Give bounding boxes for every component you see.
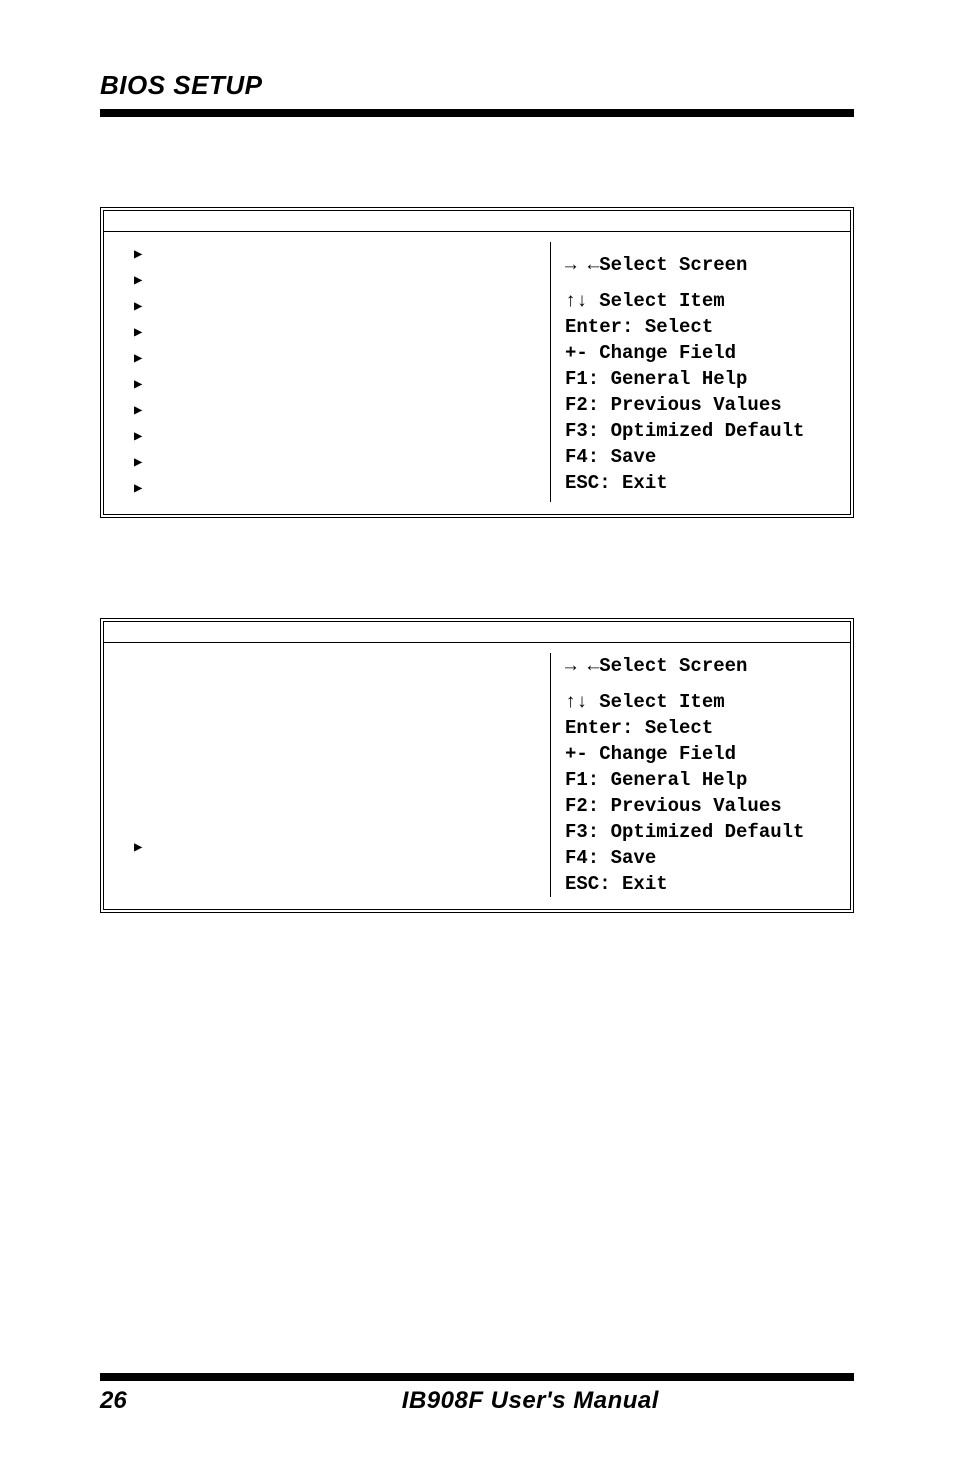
help-change-field: +- Change Field [565, 340, 838, 366]
footer-divider [100, 1373, 854, 1381]
bios-panel-1: ▶ ▶ ▶ ▶ ▶ ▶ ▶ ▶ ▶ ▶ → ←Select Screen ↑↓ … [100, 207, 854, 518]
help-f1: F1: General Help [565, 767, 838, 793]
submenu-arrow-icon: ▶ [134, 398, 156, 424]
submenu-arrow-icon: ▶ [134, 346, 156, 372]
menu-row[interactable]: ▶ [134, 242, 538, 268]
help-f4: F4: Save [565, 444, 838, 470]
help-enter: Enter: Select [565, 314, 838, 340]
help-f4: F4: Save [565, 845, 838, 871]
help-select-item: ↑↓ Select Item [565, 689, 838, 715]
help-esc: ESC: Exit [565, 871, 838, 897]
manual-title: IB908F User's Manual [402, 1387, 659, 1415]
bios-menu-list-1: ▶ ▶ ▶ ▶ ▶ ▶ ▶ ▶ ▶ ▶ [104, 242, 550, 502]
bios-panel-2: ▶ → ←Select Screen ↑↓ Select Item Enter:… [100, 618, 854, 913]
submenu-arrow-icon: ▶ [134, 372, 156, 398]
bios-menu-list-2: ▶ [104, 653, 550, 897]
help-f2: F2: Previous Values [565, 793, 838, 819]
menu-row[interactable]: ▶ [134, 450, 538, 476]
help-f1: F1: General Help [565, 366, 838, 392]
help-f2: F2: Previous Values [565, 392, 838, 418]
help-select-screen: → ←Select Screen [565, 653, 838, 679]
help-f3: F3: Optimized Default [565, 819, 838, 845]
menu-row[interactable]: ▶ [134, 346, 538, 372]
submenu-arrow-icon: ▶ [134, 835, 156, 861]
menu-row[interactable]: ▶ [134, 372, 538, 398]
submenu-arrow-icon: ▶ [134, 450, 156, 476]
submenu-arrow-icon: ▶ [134, 242, 156, 268]
help-change-field: +- Change Field [565, 741, 838, 767]
submenu-arrow-icon: ▶ [134, 268, 156, 294]
page-header: BIOS SETUP [100, 70, 854, 101]
help-select-item: ↑↓ Select Item [565, 288, 838, 314]
submenu-arrow-icon: ▶ [134, 424, 156, 450]
submenu-arrow-icon: ▶ [134, 294, 156, 320]
header-divider [100, 109, 854, 117]
submenu-arrow-icon: ▶ [134, 476, 156, 502]
bios-help-panel-2: → ←Select Screen ↑↓ Select Item Enter: S… [550, 653, 850, 897]
bios-help-panel-1: → ←Select Screen ↑↓ Select Item Enter: S… [550, 242, 850, 502]
help-esc: ESC: Exit [565, 470, 838, 496]
menu-row[interactable]: ▶ [134, 398, 538, 424]
submenu-arrow-icon: ▶ [134, 320, 156, 346]
help-enter: Enter: Select [565, 715, 838, 741]
menu-row[interactable]: ▶ [134, 835, 538, 861]
menu-row[interactable]: ▶ [134, 476, 538, 502]
page-number: 26 [100, 1387, 127, 1415]
menu-row[interactable]: ▶ [134, 424, 538, 450]
menu-row[interactable]: ▶ [134, 294, 538, 320]
help-f3: F3: Optimized Default [565, 418, 838, 444]
menu-row[interactable]: ▶ [134, 268, 538, 294]
help-select-screen: → ←Select Screen [565, 252, 838, 278]
menu-row[interactable]: ▶ [134, 320, 538, 346]
